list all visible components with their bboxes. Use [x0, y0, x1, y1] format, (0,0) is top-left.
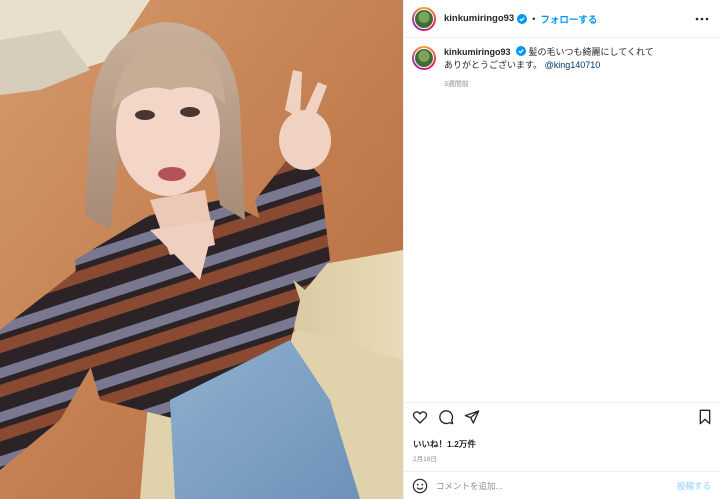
heart-icon[interactable] — [412, 409, 428, 425]
comment-icon[interactable] — [438, 409, 454, 425]
action-icons — [412, 409, 480, 425]
comment-form: 投稿する — [404, 471, 720, 499]
bookmark-icon[interactable] — [697, 409, 713, 425]
selfie-image — [0, 0, 403, 499]
post-header: kinkumiringo93 • フォローする — [404, 0, 720, 38]
post-caption: kinkumiringo93 髪の毛いつも綺麗にしてくれて ありがとうございます… — [412, 46, 712, 91]
caption-body: kinkumiringo93 髪の毛いつも綺麗にしてくれて ありがとうございます… — [444, 46, 654, 91]
verified-badge-icon — [517, 13, 528, 24]
emoji-icon[interactable] — [412, 478, 428, 494]
username-link[interactable]: kinkumiringo93 — [444, 13, 514, 24]
caption-mention-link[interactable]: @king140710 — [545, 60, 601, 70]
likes-count[interactable]: いいね！1.2万件 — [413, 438, 476, 450]
separator-dot: • — [532, 13, 536, 24]
post-photo[interactable] — [0, 0, 403, 499]
post-date: 2月18日 — [413, 456, 437, 463]
post-actions-section: いいね！1.2万件 2月18日 投稿する — [404, 402, 720, 499]
caption-timestamp: 3週間前 — [444, 81, 469, 88]
comment-input[interactable] — [436, 481, 656, 491]
caption-username[interactable]: kinkumiringo93 — [444, 47, 511, 57]
caption-avatar[interactable] — [412, 46, 436, 70]
caption-text-line1: 髪の毛いつも綺麗にしてくれて — [528, 47, 654, 57]
follow-button[interactable]: フォローする — [540, 12, 597, 26]
post-side-panel: kinkumiringo93 • フォローする kinkumiringo93 髪… — [403, 0, 720, 499]
more-options-icon[interactable] — [695, 13, 709, 25]
verified-badge-icon — [516, 46, 527, 56]
post-comment-button[interactable]: 投稿する — [677, 480, 711, 492]
avatar[interactable] — [412, 6, 436, 31]
share-icon[interactable] — [464, 409, 480, 425]
caption-text-line2: ありがとうございます。 — [444, 60, 543, 70]
